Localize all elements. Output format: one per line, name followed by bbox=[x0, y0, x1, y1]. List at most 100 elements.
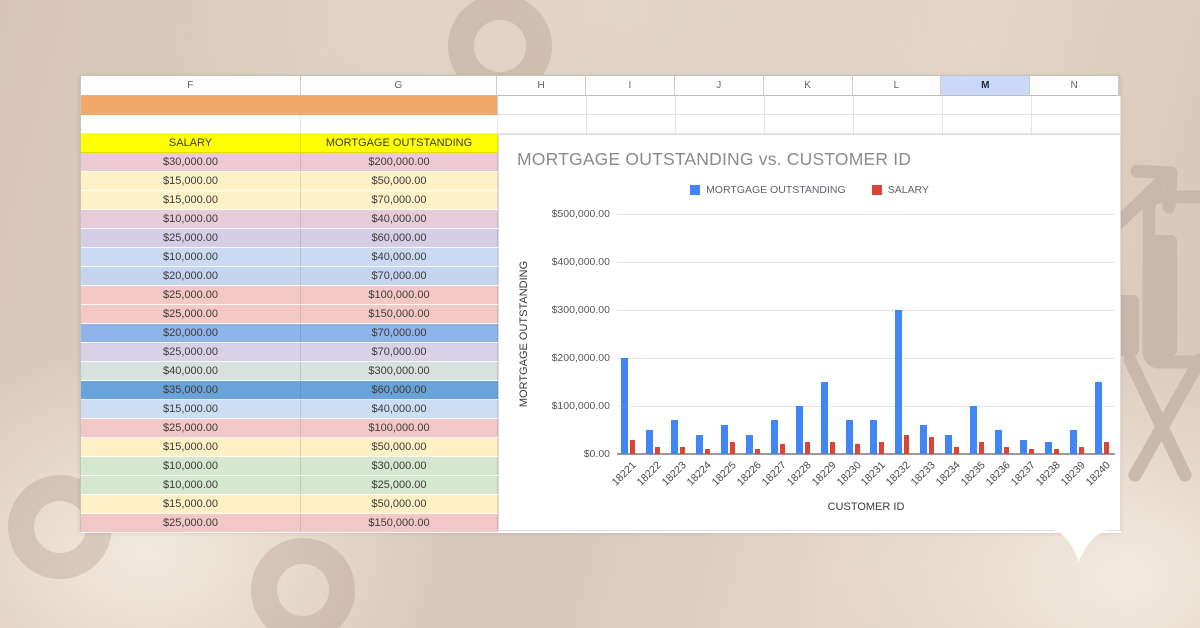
mortgage-cell[interactable]: $50,000.00 bbox=[301, 172, 498, 190]
mortgage-cell[interactable]: $40,000.00 bbox=[301, 248, 498, 266]
bar-mortgage bbox=[1094, 382, 1102, 454]
mortgage-cell[interactable]: $70,000.00 bbox=[301, 267, 498, 285]
salary-cell[interactable]: $25,000.00 bbox=[81, 229, 301, 247]
mortgage-cell[interactable]: $50,000.00 bbox=[301, 438, 498, 456]
empty-cell[interactable] bbox=[943, 115, 1032, 134]
salary-cell[interactable]: $10,000.00 bbox=[81, 457, 301, 475]
salary-cell[interactable]: $15,000.00 bbox=[81, 400, 301, 418]
mortgage-cell[interactable]: $70,000.00 bbox=[301, 191, 498, 209]
y-axis-title: MORTGAGE OUTSTANDING bbox=[518, 260, 530, 408]
empty-cell[interactable] bbox=[676, 96, 765, 115]
mortgage-cell[interactable]: $40,000.00 bbox=[301, 400, 498, 418]
salary-cell[interactable]: $15,000.00 bbox=[81, 495, 301, 513]
mortgage-cell[interactable]: $300,000.00 bbox=[301, 362, 498, 380]
background-ring bbox=[251, 538, 355, 628]
mortgage-cell[interactable]: $70,000.00 bbox=[301, 324, 498, 342]
empty-cell[interactable] bbox=[498, 115, 587, 134]
mortgage-cell[interactable]: $30,000.00 bbox=[301, 457, 498, 475]
column-header-F[interactable]: F bbox=[81, 76, 301, 96]
column-header-K[interactable]: K bbox=[763, 76, 853, 96]
spreadsheet: FGHIJKLMN SALARY MORTGAGE OUTSTANDING $3… bbox=[80, 75, 1121, 533]
mortgage-cell[interactable]: $60,000.00 bbox=[301, 381, 498, 399]
legend-label: SALARY bbox=[887, 184, 929, 196]
mortgage-cell[interactable]: $100,000.00 bbox=[301, 286, 498, 304]
bar-mortgage bbox=[994, 430, 1002, 454]
empty-cell[interactable] bbox=[1032, 96, 1121, 115]
bar-mortgage bbox=[770, 420, 778, 454]
salary-cell[interactable]: $20,000.00 bbox=[81, 267, 301, 285]
column-header-J[interactable]: J bbox=[674, 76, 764, 96]
bar-salary bbox=[630, 440, 636, 454]
bar-salary bbox=[954, 447, 960, 454]
sheet-body: SALARY MORTGAGE OUTSTANDING $30,000.00 $2… bbox=[81, 96, 1121, 533]
bar-salary bbox=[979, 442, 985, 454]
salary-cell[interactable]: $15,000.00 bbox=[81, 191, 301, 209]
mortgage-cell[interactable]: $70,000.00 bbox=[301, 343, 498, 361]
table-row: $10,000.00 $25,000.00 bbox=[81, 476, 498, 495]
mortgage-cell[interactable]: $200,000.00 bbox=[301, 153, 498, 171]
salary-cell[interactable]: $25,000.00 bbox=[81, 343, 301, 361]
column-header-H[interactable]: H bbox=[497, 76, 587, 96]
salary-header-cell[interactable]: SALARY bbox=[81, 134, 301, 152]
salary-cell[interactable]: $20,000.00 bbox=[81, 324, 301, 342]
chart[interactable]: MORTGAGE OUTSTANDING vs. CUSTOMER ID MOR… bbox=[498, 134, 1121, 531]
y-axis-label: $200,000.00 bbox=[551, 352, 610, 364]
empty-cell[interactable] bbox=[765, 115, 854, 134]
mortgage-cell[interactable]: $150,000.00 bbox=[301, 305, 498, 323]
empty-cell[interactable] bbox=[765, 96, 854, 115]
blank-row[interactable] bbox=[81, 115, 498, 134]
table-row: $25,000.00 $100,000.00 bbox=[81, 419, 498, 438]
mortgage-cell[interactable]: $40,000.00 bbox=[301, 210, 498, 228]
bar-mortgage bbox=[646, 430, 654, 454]
gridline bbox=[617, 406, 1115, 407]
salary-cell[interactable]: $25,000.00 bbox=[81, 305, 301, 323]
orange-banner-row[interactable] bbox=[81, 96, 498, 115]
empty-cell[interactable] bbox=[498, 96, 587, 115]
mortgage-cell[interactable]: $100,000.00 bbox=[301, 419, 498, 437]
mortgage-cell[interactable]: $150,000.00 bbox=[301, 514, 498, 532]
mortgage-header-cell[interactable]: MORTGAGE OUTSTANDING bbox=[301, 134, 498, 152]
salary-cell[interactable]: $10,000.00 bbox=[81, 248, 301, 266]
empty-cell[interactable] bbox=[1032, 115, 1121, 134]
column-header-I[interactable]: I bbox=[586, 76, 675, 96]
mortgage-cell[interactable]: $25,000.00 bbox=[301, 476, 498, 494]
table-rows: $30,000.00 $200,000.00 $15,000.00 $50,000.0… bbox=[81, 153, 498, 533]
salary-cell[interactable]: $25,000.00 bbox=[81, 514, 301, 532]
mortgage-cell[interactable]: $50,000.00 bbox=[301, 495, 498, 513]
blank-cell[interactable] bbox=[301, 115, 498, 133]
bar-salary bbox=[804, 442, 810, 454]
column-header-N[interactable]: N bbox=[1030, 76, 1119, 96]
gridline bbox=[617, 310, 1115, 311]
mortgage-cell[interactable]: $60,000.00 bbox=[301, 229, 498, 247]
bar-mortgage bbox=[870, 420, 878, 454]
column-header-M[interactable]: M bbox=[941, 76, 1031, 96]
table-row: $20,000.00 $70,000.00 bbox=[81, 324, 498, 343]
empty-cell[interactable] bbox=[587, 115, 676, 134]
table-row: $15,000.00 $40,000.00 bbox=[81, 400, 498, 419]
legend-swatch-mortgage bbox=[690, 185, 701, 195]
salary-cell[interactable]: $35,000.00 bbox=[81, 381, 301, 399]
bar-salary bbox=[879, 442, 885, 454]
column-header-G[interactable]: G bbox=[300, 76, 498, 96]
empty-cell[interactable] bbox=[943, 96, 1032, 115]
empty-cell[interactable] bbox=[854, 115, 943, 134]
gridline bbox=[617, 358, 1115, 359]
table-row: $10,000.00 $40,000.00 bbox=[81, 210, 498, 229]
column-header-L[interactable]: L bbox=[852, 76, 942, 96]
bar-mortgage bbox=[745, 435, 753, 454]
salary-cell[interactable]: $25,000.00 bbox=[81, 419, 301, 437]
salary-cell[interactable]: $10,000.00 bbox=[81, 210, 301, 228]
blank-cell[interactable] bbox=[81, 115, 301, 133]
empty-cell[interactable] bbox=[676, 115, 765, 134]
salary-cell[interactable]: $15,000.00 bbox=[81, 438, 301, 456]
table-row: $40,000.00 $300,000.00 bbox=[81, 362, 498, 381]
salary-cell[interactable]: $25,000.00 bbox=[81, 286, 301, 304]
salary-cell[interactable]: $30,000.00 bbox=[81, 153, 301, 171]
salary-cell[interactable]: $40,000.00 bbox=[81, 362, 301, 380]
empty-cell[interactable] bbox=[854, 96, 943, 115]
salary-cell[interactable]: $15,000.00 bbox=[81, 172, 301, 190]
table-row: $15,000.00 $50,000.00 bbox=[81, 438, 498, 457]
table-row: $15,000.00 $50,000.00 bbox=[81, 495, 498, 514]
salary-cell[interactable]: $10,000.00 bbox=[81, 476, 301, 494]
empty-cell[interactable] bbox=[587, 96, 676, 115]
